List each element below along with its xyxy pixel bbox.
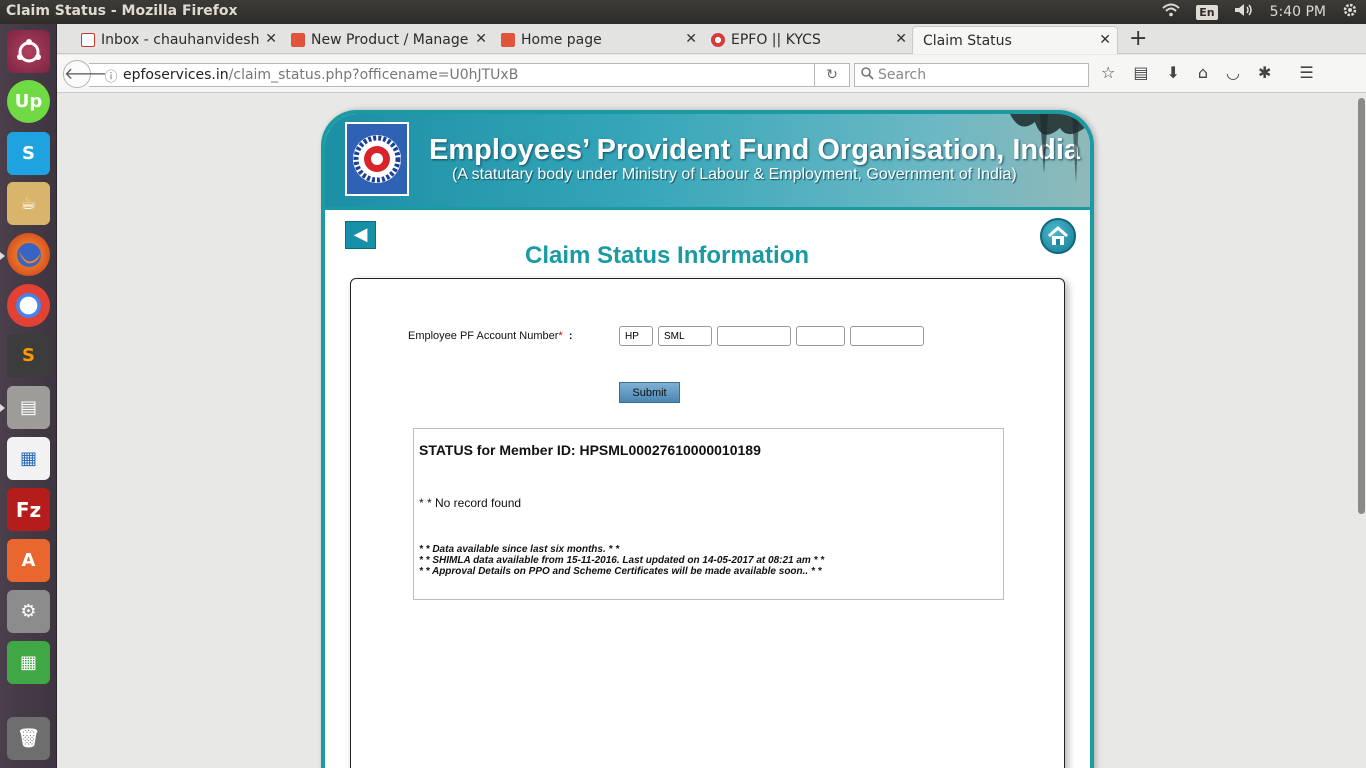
- note-line: * * SHIMLA data available from 15-11-201…: [419, 555, 825, 566]
- home-button[interactable]: [1040, 218, 1076, 254]
- reader-list-icon[interactable]: ▤: [1133, 63, 1148, 82]
- banner-subtitle: (A statutary body under Ministry of Labo…: [452, 166, 1017, 183]
- tab-epfo-kycs[interactable]: EPFO || KYCS ✕: [707, 26, 913, 54]
- bookmark-star-icon[interactable]: ☆: [1101, 63, 1115, 82]
- keyboard-layout-indicator[interactable]: En: [1196, 4, 1218, 20]
- running-indicator: [0, 252, 5, 260]
- pf-extension-field[interactable]: [796, 326, 845, 346]
- tab-label: Home page: [521, 32, 602, 48]
- status-result-panel: STATUS for Member ID: HPSML0002761000001…: [413, 428, 1004, 600]
- close-tab-icon[interactable]: ✕: [1099, 32, 1111, 48]
- tab-claim-status[interactable]: Claim Status ✕: [912, 26, 1118, 54]
- search-box[interactable]: Search: [854, 63, 1089, 87]
- chrome-icon[interactable]: [7, 284, 50, 327]
- tab-inbox[interactable]: Inbox - chauhanvidesh ✕: [77, 26, 283, 54]
- reload-icon[interactable]: ↻: [814, 63, 850, 87]
- sublime-text-icon[interactable]: S: [7, 334, 50, 377]
- submit-button[interactable]: Submit: [619, 382, 680, 403]
- menu-hamburger-icon[interactable]: ☰: [1299, 63, 1313, 82]
- navigation-toolbar: ⓘ epfoservices.in/claim_status.php?offic…: [57, 55, 1366, 93]
- epfo-banner: Employees’ Provident Fund Organisation, …: [325, 114, 1090, 210]
- tab-label: Inbox - chauhanvidesh: [101, 32, 260, 48]
- wifi-icon[interactable]: [1162, 3, 1180, 21]
- page-scrollbar[interactable]: [1357, 94, 1366, 768]
- claim-status-form: Employee PF Account Number* : Submit STA…: [350, 278, 1065, 768]
- pf-establishment-field[interactable]: [717, 326, 791, 346]
- epfo-page-frame: Employees’ Provident Fund Organisation, …: [321, 110, 1094, 768]
- magento-favicon-icon: [501, 33, 515, 47]
- tab-home-page[interactable]: Home page ✕: [497, 26, 703, 54]
- close-tab-icon[interactable]: ✕: [265, 31, 277, 47]
- pf-state-field[interactable]: [619, 326, 653, 346]
- downloads-icon[interactable]: ⬇: [1166, 63, 1179, 82]
- pf-office-field[interactable]: [658, 326, 712, 346]
- system-tray: En 5:40 PM: [1162, 2, 1358, 22]
- search-placeholder: Search: [878, 67, 927, 83]
- clock[interactable]: 5:40 PM: [1270, 4, 1326, 20]
- skype-icon[interactable]: S: [7, 132, 50, 175]
- url-domain: epfoservices.in: [123, 67, 229, 83]
- gmail-favicon-icon: [81, 33, 95, 47]
- required-mark: *: [558, 330, 563, 342]
- tab-label: EPFO || KYCS: [731, 32, 821, 48]
- url-path: /claim_status.php?officename=U0hJTUxB: [228, 67, 519, 83]
- tab-new-product[interactable]: New Product / Manage ✕: [287, 26, 493, 54]
- upwork-icon[interactable]: Up: [7, 80, 50, 123]
- filezilla-icon[interactable]: Fz: [7, 488, 50, 531]
- trash-icon[interactable]: 🗑: [7, 717, 50, 760]
- close-tab-icon[interactable]: ✕: [895, 31, 907, 47]
- close-tab-icon[interactable]: ✕: [475, 31, 487, 47]
- tab-label: New Product / Manage: [311, 32, 469, 48]
- search-icon: [861, 66, 874, 84]
- epfo-favicon-icon: [711, 33, 725, 47]
- tab-label: Claim Status: [923, 32, 1012, 49]
- note-line: * * Data available since last six months…: [419, 544, 620, 555]
- pocket-icon[interactable]: ◡: [1226, 63, 1240, 82]
- pf-label-text: Employee PF Account Number: [408, 330, 559, 342]
- extension-bug-icon[interactable]: ✱: [1258, 63, 1271, 82]
- calc-spreadsheet-icon[interactable]: ▦: [7, 641, 50, 684]
- volume-icon[interactable]: [1234, 3, 1254, 21]
- new-tab-plus-icon[interactable]: +: [1129, 26, 1147, 51]
- epfo-logo: [345, 122, 409, 196]
- pf-account-label: Employee PF Account Number* :: [408, 330, 572, 342]
- top-panel: Claim Status - Mozilla Firefox En 5:40 P…: [0, 0, 1366, 24]
- status-notes: * * Data available since last six months…: [419, 544, 824, 577]
- home-icon: [1048, 225, 1068, 245]
- no-record-message: * * No record found: [419, 496, 522, 510]
- note-line: * * Approval Details on PPO and Scheme C…: [419, 566, 822, 577]
- settings-gear-icon[interactable]: [1342, 2, 1358, 22]
- page-title: Claim Status Information: [524, 242, 810, 269]
- pf-account-field[interactable]: [850, 326, 924, 346]
- close-tab-icon[interactable]: ✕: [685, 31, 697, 47]
- address-bar[interactable]: ⓘ epfoservices.in/claim_status.php?offic…: [89, 63, 849, 87]
- writer-document-icon[interactable]: ▦: [7, 437, 50, 480]
- system-settings-icon[interactable]: ⚙: [7, 590, 50, 633]
- toolbar-icons: ☆ ▤ ⬇ ⌂ ◡ ✱ ☰: [1101, 63, 1314, 82]
- software-center-icon[interactable]: A: [7, 539, 50, 582]
- running-indicator: [0, 404, 5, 412]
- banner-tree-silhouette: [1010, 114, 1090, 184]
- magento-favicon-icon: [291, 33, 305, 47]
- window-title: Claim Status - Mozilla Firefox: [6, 3, 238, 19]
- label-colon: :: [568, 330, 573, 342]
- unity-launcher: Up S ☕ S ▤ ▦ Fz A ⚙ ▦ 🗑: [0, 24, 57, 768]
- file-manager-icon[interactable]: ▤: [7, 386, 50, 429]
- status-heading: STATUS for Member ID: HPSML0002761000001…: [419, 442, 761, 458]
- home-icon[interactable]: ⌂: [1198, 63, 1208, 82]
- scrollbar-thumb[interactable]: [1358, 98, 1365, 514]
- tab-strip: Inbox - chauhanvidesh ✕ New Product / Ma…: [57, 24, 1366, 54]
- teapot-app-icon[interactable]: ☕: [7, 182, 50, 225]
- page-viewport: Employees’ Provident Fund Organisation, …: [57, 94, 1357, 768]
- ubuntu-dash-icon[interactable]: [7, 30, 50, 73]
- firefox-icon[interactable]: [7, 233, 50, 276]
- back-button[interactable]: 🡐: [63, 60, 107, 88]
